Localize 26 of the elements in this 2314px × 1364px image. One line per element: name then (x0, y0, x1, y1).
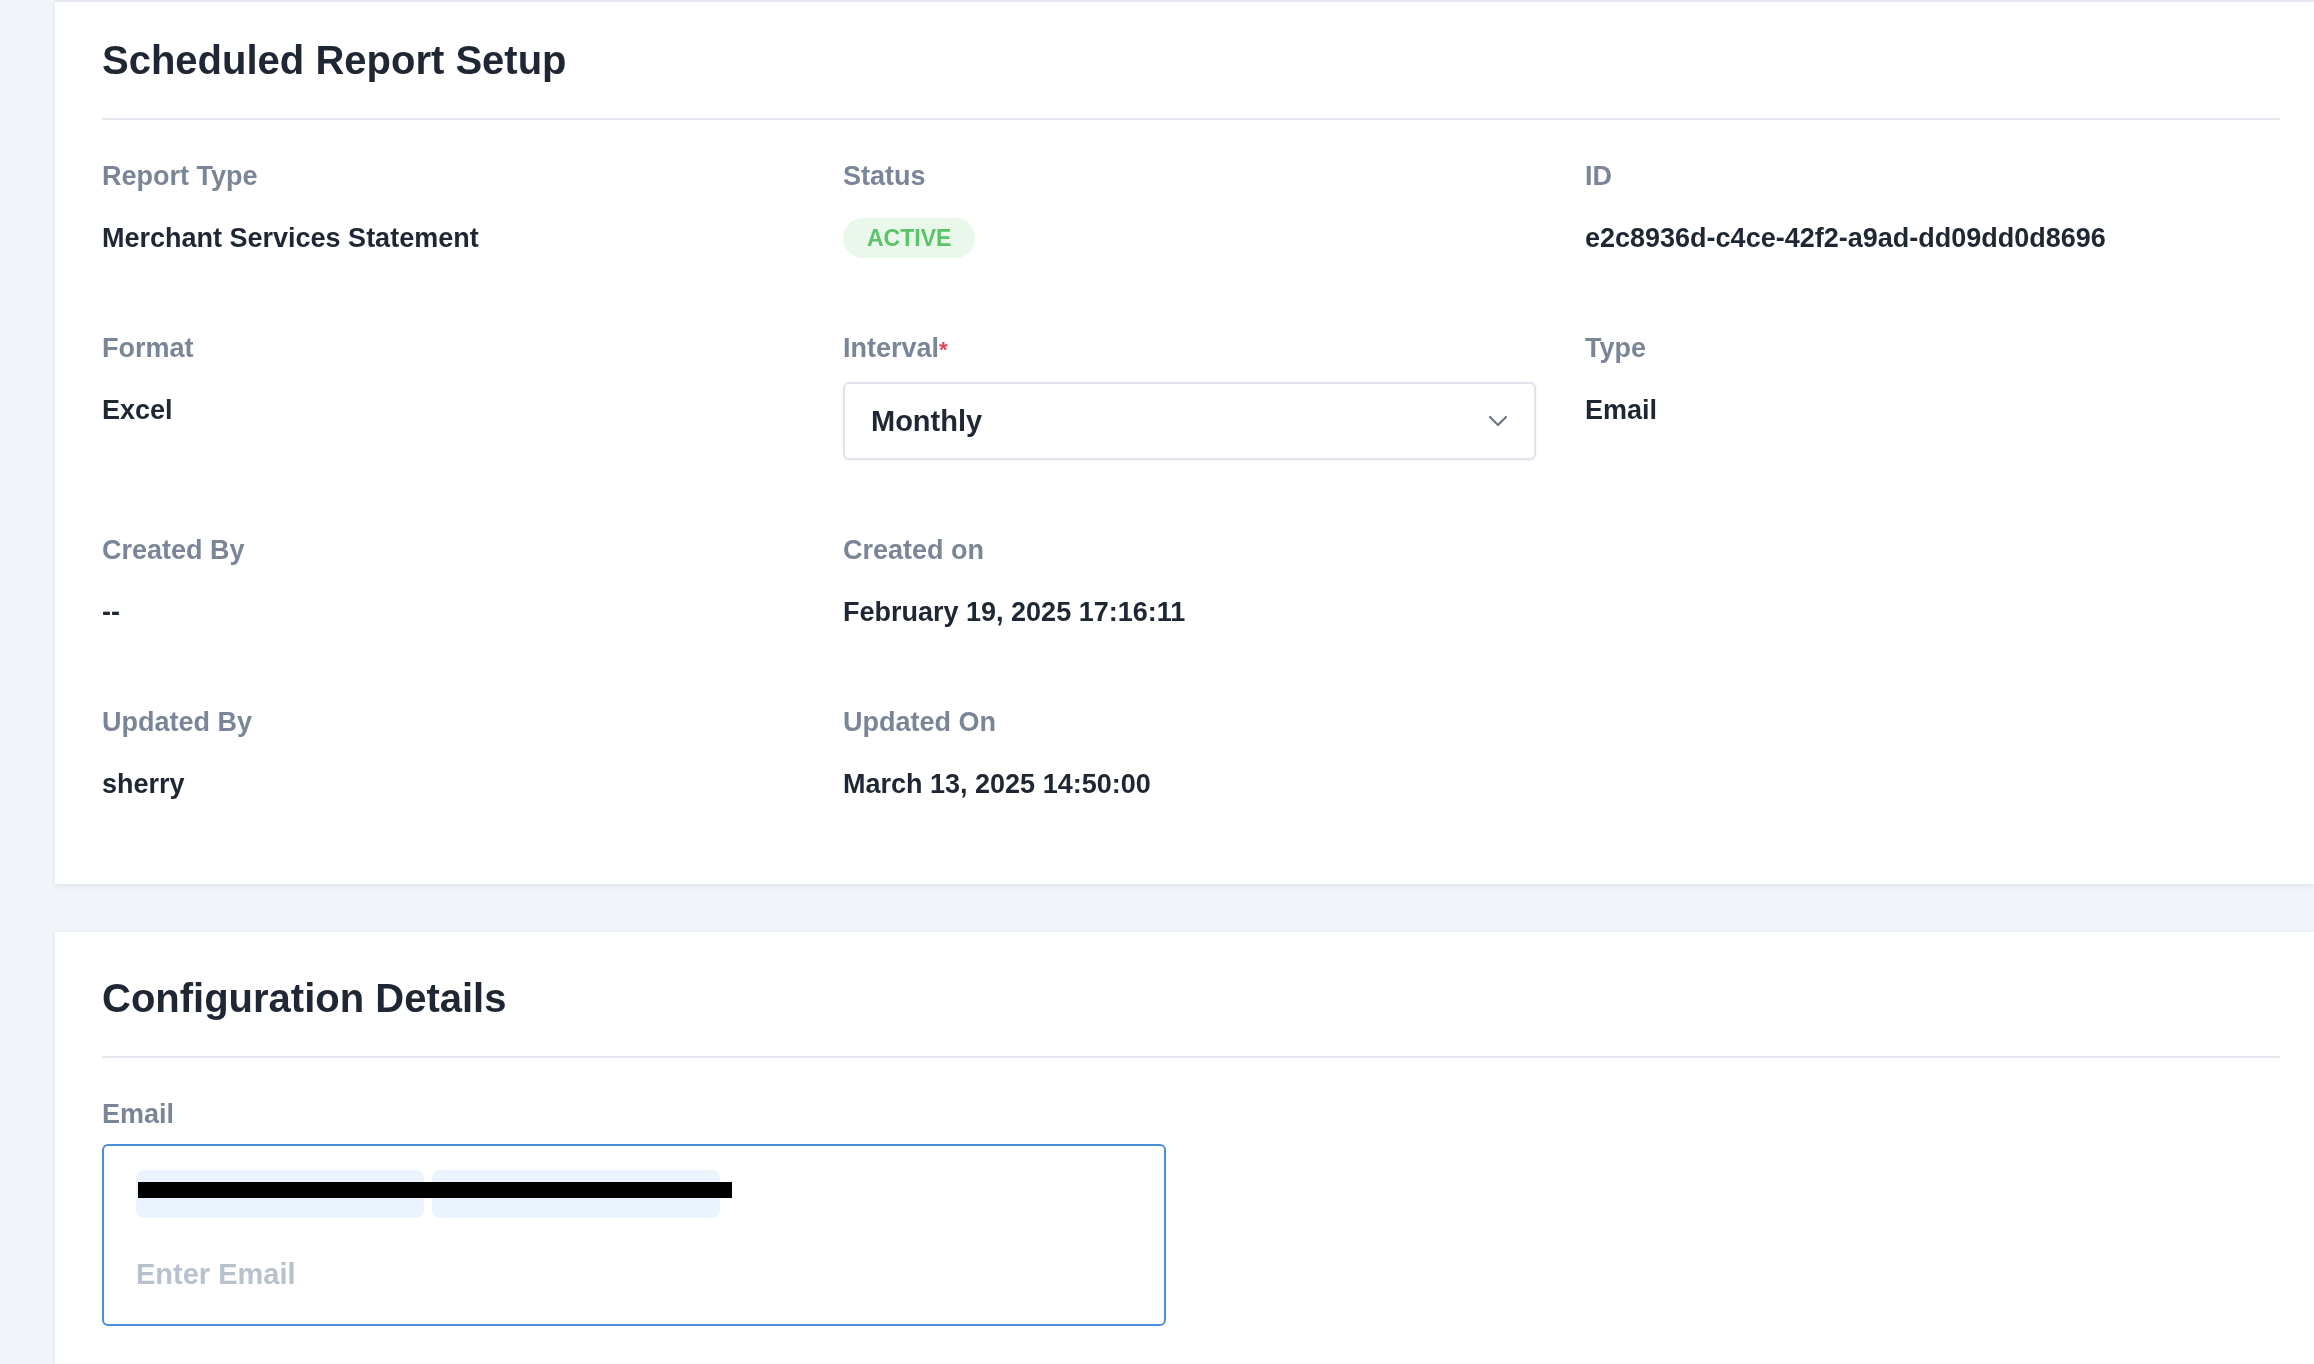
field-label: Status (843, 160, 927, 193)
field-label: ID (1585, 160, 1613, 193)
field-value: Excel (102, 394, 174, 427)
chevron-down-icon (1488, 415, 1508, 427)
field-label: Type (1585, 332, 1647, 365)
field-label: Created By (102, 534, 246, 567)
card-title: Scheduled Report Setup (102, 37, 568, 84)
field-label: Format (102, 332, 195, 365)
field-label: Updated On (843, 706, 997, 739)
card-title: Configuration Details (102, 975, 508, 1022)
status-badge: ACTIVE (843, 218, 976, 258)
field-label: Email (102, 1098, 176, 1131)
field-value: e2c8936d-c4ce-42f2-a9ad-dd09dd0d8696 (1585, 222, 2107, 255)
email-field[interactable]: Enter Email (102, 1144, 1166, 1326)
required-mark: * (939, 337, 948, 362)
field-value: Merchant Services Statement (102, 222, 480, 255)
field-value: sherry (102, 768, 186, 801)
field-label: Interval* (843, 332, 949, 365)
field-value: March 13, 2025 14:50:00 (843, 768, 1152, 801)
field-value: Email (1585, 394, 1659, 427)
field-label: Updated By (102, 706, 254, 739)
interval-select[interactable]: Monthly (843, 382, 1536, 460)
field-value: -- (102, 596, 121, 629)
field-label: Created on (843, 534, 986, 567)
field-label: Report Type (102, 160, 259, 193)
field-value: February 19, 2025 17:16:11 (843, 596, 1187, 629)
